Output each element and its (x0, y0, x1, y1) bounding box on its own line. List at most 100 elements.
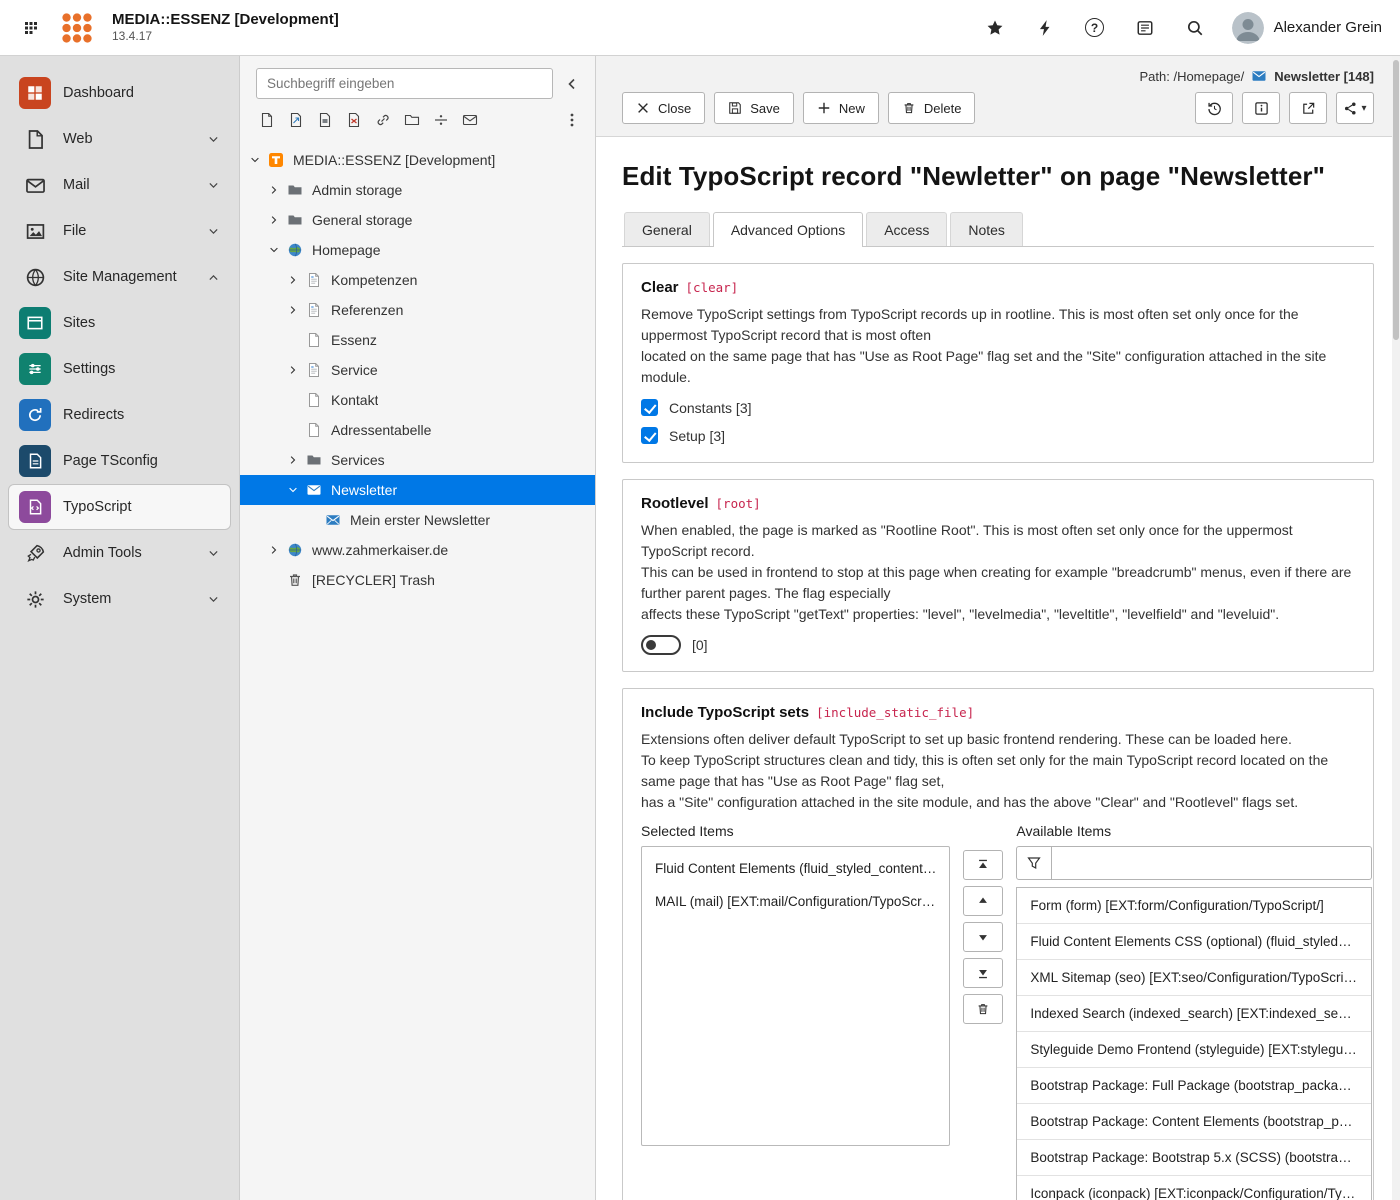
available-item[interactable]: Form (form) [EXT:form/Configuration/Typo… (1017, 888, 1371, 924)
selected-items-list[interactable]: Fluid Content Elements (fluid_styled_con… (641, 846, 950, 1146)
tree-node-homepage[interactable]: Homepage (240, 235, 595, 265)
new-recycler-icon[interactable] (343, 109, 365, 131)
scrollbar-thumb[interactable] (1393, 60, 1399, 340)
tab-advanced-options[interactable]: Advanced Options (713, 212, 863, 247)
close-button[interactable]: Close (622, 92, 705, 124)
tree-node-services[interactable]: Services (240, 445, 595, 475)
chevron-right-icon[interactable] (284, 364, 302, 376)
open-new-window-icon[interactable] (1289, 92, 1327, 124)
tree-node-www-zahmerkaiser-de[interactable]: www.zahmerkaiser.de (240, 535, 595, 565)
tree-node-label: [RECYCLER] Trash (312, 572, 435, 588)
tab-notes[interactable]: Notes (950, 212, 1023, 246)
path-label: Path: /Homepage/ (1139, 69, 1244, 84)
save-button[interactable]: Save (714, 92, 794, 124)
sidebar-item-file[interactable]: File (8, 208, 231, 254)
chevron-right-icon[interactable] (265, 184, 283, 196)
help-icon[interactable] (1082, 15, 1108, 41)
move-up-icon[interactable] (963, 886, 1003, 916)
tab-access[interactable]: Access (866, 212, 947, 246)
tab-general[interactable]: General (624, 212, 710, 246)
move-to-bottom-icon[interactable] (963, 958, 1003, 988)
rootlevel-toggle[interactable] (641, 635, 681, 655)
user-menu[interactable]: Alexander Grein (1232, 12, 1382, 44)
available-item[interactable]: Bootstrap Package: Content Elements (boo… (1017, 1104, 1371, 1140)
new-newsletter-icon[interactable] (459, 109, 481, 131)
available-items-filter-input[interactable] (1052, 846, 1372, 880)
new-page-icon[interactable] (256, 109, 278, 131)
available-item[interactable]: Fluid Content Elements CSS (optional) (f… (1017, 924, 1371, 960)
more-options-icon[interactable] (561, 109, 583, 131)
available-item[interactable]: Styleguide Demo Frontend (styleguide) [E… (1017, 1032, 1371, 1068)
delete-button[interactable]: Delete (888, 92, 976, 124)
share-menu-icon[interactable]: ▾ (1336, 92, 1374, 124)
move-to-top-icon[interactable] (963, 850, 1003, 880)
checkbox-constants[interactable]: Constants [3] (641, 399, 1355, 416)
typo3-root-icon (266, 152, 286, 168)
collapse-panel-icon[interactable] (559, 69, 585, 99)
chevron-right-icon[interactable] (284, 454, 302, 466)
tree-node-newsletter[interactable]: Newsletter (240, 475, 595, 505)
sidebar-item-web[interactable]: Web (8, 116, 231, 162)
tree-node-recycler-trash[interactable]: [RECYCLER] Trash (240, 565, 595, 595)
sidebar-item-typoscript[interactable]: TypoScript (8, 484, 231, 530)
tree-node-media-essenz-development[interactable]: MEDIA::ESSENZ [Development] (240, 145, 595, 175)
bookmark-star-icon[interactable] (982, 15, 1008, 41)
tree-node-admin-storage[interactable]: Admin storage (240, 175, 595, 205)
system-log-icon[interactable] (1132, 15, 1158, 41)
new-button[interactable]: New (803, 92, 879, 124)
flush-cache-bolt-icon[interactable] (1032, 15, 1058, 41)
sidebar-item-page-tsconfig[interactable]: Page TSconfig (8, 438, 231, 484)
app-grid-icon[interactable] (18, 15, 44, 41)
new-mount-icon[interactable] (314, 109, 336, 131)
chevron-right-icon[interactable] (265, 214, 283, 226)
tree-node-general-storage[interactable]: General storage (240, 205, 595, 235)
sidebar-item-system[interactable]: System (8, 576, 231, 622)
tree-node-kompetenzen[interactable]: Kompetenzen (240, 265, 595, 295)
available-item[interactable]: Bootstrap Package: Bootstrap 5.x (SCSS) … (1017, 1140, 1371, 1176)
tree-node-kontakt[interactable]: Kontakt (240, 385, 595, 415)
tree-node-adressentabelle[interactable]: Adressentabelle (240, 415, 595, 445)
tree-node-mein-erster-newsletter[interactable]: Mein erster Newsletter (240, 505, 595, 535)
record-label[interactable]: Newsletter [148] (1274, 69, 1374, 84)
history-undo-icon[interactable] (1195, 92, 1233, 124)
move-down-icon[interactable] (963, 922, 1003, 952)
sidebar-item-admin-tools[interactable]: Admin Tools (8, 530, 231, 576)
spacer-icon[interactable] (430, 109, 452, 131)
sidebar-item-sites[interactable]: Sites (8, 300, 231, 346)
tree-node-label: Referenzen (331, 302, 403, 318)
chevron-down-icon[interactable] (246, 154, 264, 166)
checkbox-checked-icon[interactable] (641, 427, 658, 444)
sidebar-item-mail[interactable]: Mail (8, 162, 231, 208)
search-icon[interactable] (1182, 15, 1208, 41)
tree-node-service[interactable]: Service (240, 355, 595, 385)
vertical-scrollbar[interactable] (1392, 56, 1400, 1200)
available-item[interactable]: Indexed Search (indexed_search) [EXT:ind… (1017, 996, 1371, 1032)
available-items-list[interactable]: Form (form) [EXT:form/Configuration/Typo… (1016, 887, 1372, 1200)
chevron-right-icon[interactable] (265, 544, 283, 556)
chevron-down-icon[interactable] (265, 244, 283, 256)
new-shortcut-icon[interactable] (285, 109, 307, 131)
sidebar-item-redirects[interactable]: Redirects (8, 392, 231, 438)
available-item[interactable]: Iconpack (iconpack) [EXT:iconpack/Config… (1017, 1176, 1371, 1200)
sidebar-item-dashboard[interactable]: Dashboard (8, 70, 231, 116)
checkbox-label: Setup [3] (669, 428, 725, 444)
selected-item[interactable]: Fluid Content Elements (fluid_styled_con… (642, 852, 949, 885)
filter-funnel-icon[interactable] (1016, 846, 1052, 880)
available-item[interactable]: Bootstrap Package: Full Package (bootstr… (1017, 1068, 1371, 1104)
selected-item[interactable]: MAIL (mail) [EXT:mail/Configuration/Typo… (642, 885, 949, 918)
chevron-right-icon[interactable] (284, 304, 302, 316)
info-icon[interactable] (1242, 92, 1280, 124)
tree-node-essenz[interactable]: Essenz (240, 325, 595, 355)
tree-node-referenzen[interactable]: Referenzen (240, 295, 595, 325)
new-folder-icon[interactable] (401, 109, 423, 131)
remove-item-icon[interactable] (963, 994, 1003, 1024)
sidebar-item-site-management[interactable]: Site Management (8, 254, 231, 300)
checkbox-checked-icon[interactable] (641, 399, 658, 416)
chevron-right-icon[interactable] (284, 274, 302, 286)
chevron-down-icon[interactable] (284, 484, 302, 496)
link-icon[interactable] (372, 109, 394, 131)
tree-search-input[interactable] (256, 68, 553, 99)
sidebar-item-settings[interactable]: Settings (8, 346, 231, 392)
available-item[interactable]: XML Sitemap (seo) [EXT:seo/Configuration… (1017, 960, 1371, 996)
checkbox-setup[interactable]: Setup [3] (641, 427, 1355, 444)
